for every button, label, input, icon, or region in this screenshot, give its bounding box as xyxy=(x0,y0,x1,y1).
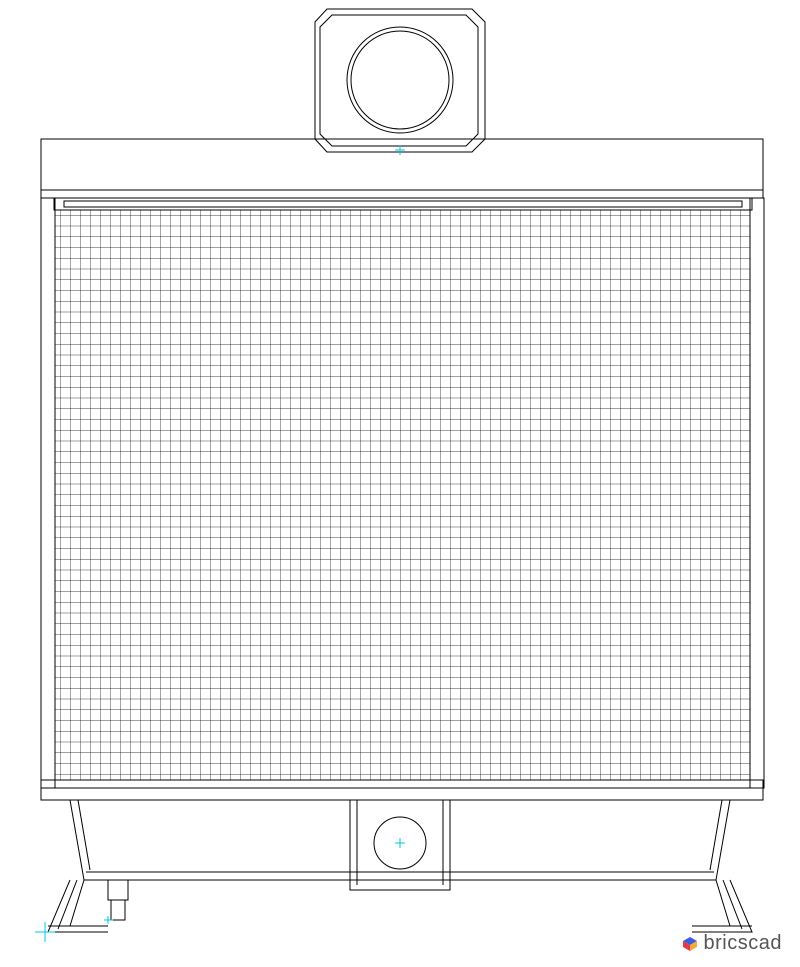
lower-tank xyxy=(41,780,763,880)
watermark: bricscad xyxy=(682,932,782,955)
left-column xyxy=(41,198,55,788)
bottom-outlet xyxy=(350,800,450,890)
left-drain-plug xyxy=(104,880,128,924)
filler-cap xyxy=(315,9,485,155)
core-grid-fill xyxy=(55,210,750,780)
cad-drawing-canvas xyxy=(0,0,800,967)
origin-marker xyxy=(35,922,55,942)
lower-tank-inner xyxy=(78,800,722,870)
left-foot xyxy=(48,880,108,932)
bricscad-logo-icon xyxy=(682,936,698,952)
right-column xyxy=(750,198,764,788)
watermark-label: bricscad xyxy=(704,932,782,955)
right-foot xyxy=(692,880,752,932)
